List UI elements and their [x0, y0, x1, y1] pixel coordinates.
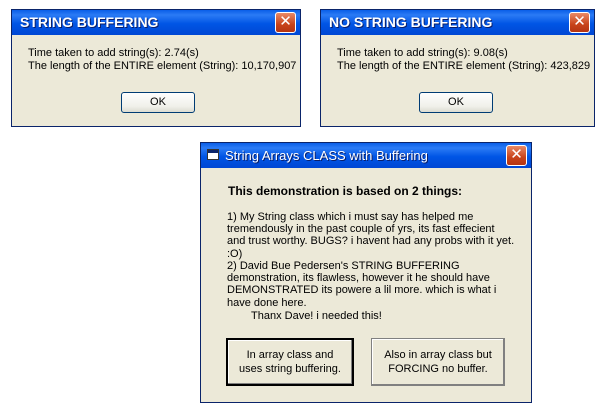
- close-icon: ✕: [510, 146, 523, 163]
- point-one-text: 1) My String class which i must say has …: [227, 211, 515, 260]
- thanks-text: Thanx Dave! i needed this!: [251, 310, 382, 322]
- window-titlebar[interactable]: String Arrays CLASS with Buffering ✕: [201, 143, 531, 168]
- unbuffered-test-label: Also in array class but FORCING no buffe…: [384, 349, 492, 375]
- buffered-test-button[interactable]: In array class and uses string buffering…: [226, 338, 354, 386]
- close-button[interactable]: ✕: [506, 145, 527, 166]
- demo-heading: This demonstration is based on 2 things:: [228, 184, 463, 198]
- ok-button[interactable]: OK: [419, 92, 493, 113]
- dialog-title: NO STRING BUFFERING: [329, 14, 493, 30]
- buffered-test-label: In array class and uses string buffering…: [239, 349, 341, 375]
- unbuffered-test-button[interactable]: Also in array class but FORCING no buffe…: [371, 338, 505, 386]
- time-taken-text: Time taken to add string(s): 2.74(s): [28, 47, 199, 59]
- dialog-titlebar[interactable]: NO STRING BUFFERING ✕: [321, 10, 594, 35]
- window-title: String Arrays CLASS with Buffering: [225, 148, 428, 163]
- string-arrays-window: String Arrays CLASS with Buffering ✕ Thi…: [200, 142, 532, 403]
- ok-button[interactable]: OK: [121, 92, 195, 113]
- close-button[interactable]: ✕: [569, 12, 590, 33]
- element-length-text: The length of the ENTIRE element (String…: [337, 60, 591, 72]
- close-icon: ✕: [279, 13, 292, 30]
- point-two-text: 2) David Bue Pedersen's STRING BUFFERING…: [227, 260, 497, 309]
- dialog-titlebar[interactable]: STRING BUFFERING ✕: [12, 10, 300, 35]
- dialog-title: STRING BUFFERING: [20, 14, 159, 30]
- window-icon: [207, 149, 219, 160]
- close-icon: ✕: [573, 13, 586, 30]
- no-string-buffering-dialog: NO STRING BUFFERING ✕ Time taken to add …: [320, 9, 595, 127]
- element-length-text: The length of the ENTIRE element (String…: [28, 60, 297, 72]
- time-taken-text: Time taken to add string(s): 9.08(s): [337, 47, 508, 59]
- close-button[interactable]: ✕: [275, 12, 296, 33]
- string-buffering-dialog: STRING BUFFERING ✕ Time taken to add str…: [11, 9, 301, 127]
